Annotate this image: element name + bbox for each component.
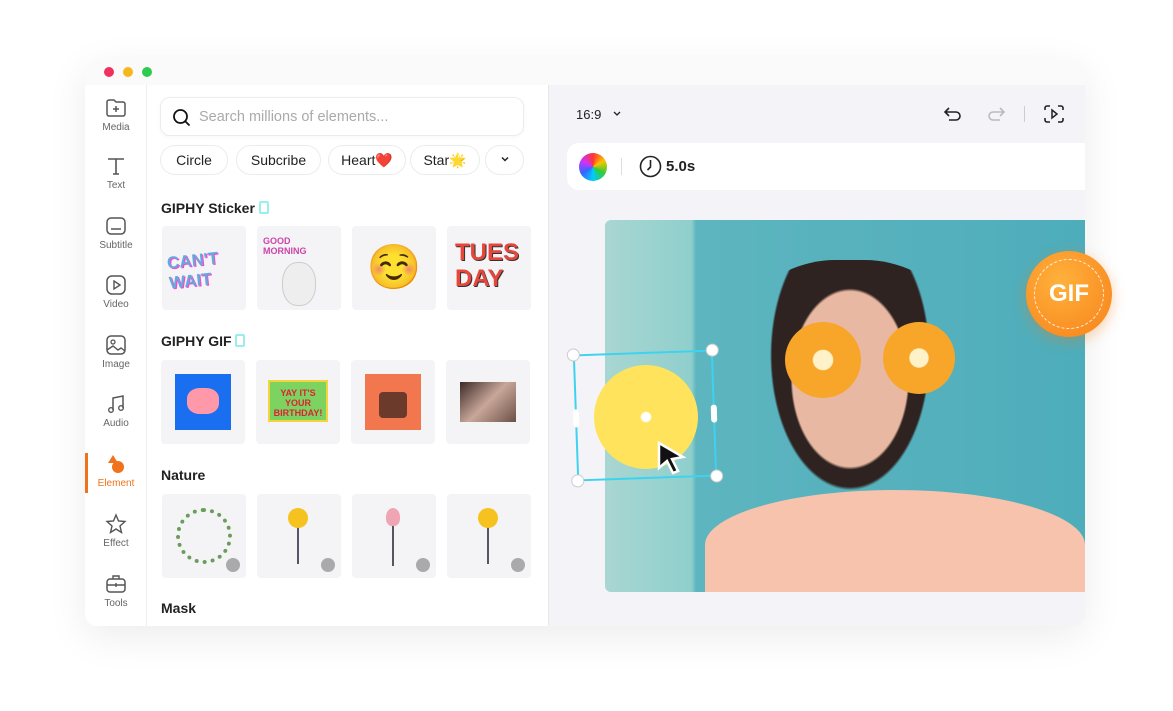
canvas-area: 16:9 5.0s (549, 85, 1085, 626)
sidebar-item-label: Subtitle (99, 240, 133, 251)
sticker-tile[interactable]: GOOD MORNING (257, 226, 341, 310)
sparkle-icon (105, 513, 127, 535)
nature-tile[interactable] (447, 494, 531, 578)
resize-handle[interactable] (710, 404, 718, 423)
gif-tile[interactable] (446, 360, 530, 444)
sidebar: Media Text Subtitle Video Image Audio El… (85, 85, 147, 626)
chevron-down-icon (613, 111, 621, 116)
section-title-mask: Mask (161, 600, 197, 616)
app-window: Media Text Subtitle Video Image Audio El… (85, 60, 1085, 626)
video-play-icon (106, 275, 126, 295)
chevron-down-icon (500, 156, 509, 162)
animated-badge-icon (511, 558, 525, 572)
gif-tile[interactable] (161, 360, 245, 444)
close-window-button[interactable] (104, 67, 114, 77)
shapes-icon (108, 455, 124, 473)
divider (1024, 106, 1025, 122)
sidebar-item-label: Media (102, 122, 130, 133)
cursor-arrow-icon (657, 440, 687, 475)
sticker-tile[interactable]: ☺️ (352, 226, 436, 310)
gif-badge: GIF (1026, 251, 1112, 337)
aspect-ratio-dropdown[interactable]: 16:9 (576, 107, 623, 122)
sidebar-item-label: Text (106, 180, 126, 191)
sidebar-item-video[interactable]: Video (85, 268, 147, 324)
selection-box[interactable] (566, 343, 724, 488)
section-title-giphy-sticker: GIPHY Sticker (161, 200, 269, 216)
color-wheel-icon[interactable] (579, 153, 607, 181)
sidebar-item-label: Element (97, 478, 135, 489)
elements-panel: Search millions of elements... Circle Su… (147, 85, 549, 626)
sidebar-item-label: Video (103, 299, 129, 310)
image-icon (106, 335, 126, 355)
gif-tile[interactable]: YAY IT'S YOUR BIRTHDAY! (256, 360, 340, 444)
resize-handle[interactable] (572, 409, 580, 428)
sidebar-item-label: Audio (103, 418, 129, 429)
sidebar-item-media[interactable]: Media (85, 91, 147, 147)
animated-badge-icon (321, 558, 335, 572)
folder-plus-icon (106, 99, 126, 117)
undo-icon[interactable] (943, 105, 963, 123)
section-title-nature: Nature (161, 467, 206, 483)
chip-star[interactable]: Star🌟 (410, 145, 480, 175)
search-placeholder: Search millions of elements... (199, 109, 389, 125)
sidebar-item-label: Effect (103, 538, 129, 549)
sidebar-item-text[interactable]: Text (85, 149, 147, 205)
text-icon (108, 158, 124, 175)
divider (621, 158, 622, 175)
properties-bar: 5.0s (567, 143, 1085, 190)
section-title-giphy-gif: GIPHY GIF (161, 333, 246, 349)
more-chips-button[interactable] (485, 145, 524, 175)
redo-icon[interactable] (986, 105, 1006, 123)
preview-icon[interactable] (1043, 104, 1065, 124)
animated-badge-icon (226, 558, 240, 572)
nature-tile[interactable] (162, 494, 246, 578)
duration-value[interactable]: 5.0s (666, 158, 695, 175)
resize-handle[interactable] (571, 474, 585, 488)
file-icon (258, 201, 269, 214)
title-bar (85, 60, 1085, 85)
resize-handle[interactable] (566, 348, 581, 362)
toolbox-icon (106, 575, 126, 593)
sidebar-item-effect[interactable]: Effect (85, 507, 147, 563)
file-icon (235, 334, 246, 347)
search-input[interactable]: Search millions of elements... (160, 97, 524, 136)
music-note-icon (108, 395, 124, 413)
chip-subscribe[interactable]: Subcribe (236, 145, 321, 175)
search-icon (173, 109, 191, 127)
sidebar-item-label: Tools (104, 598, 128, 609)
gif-tile[interactable] (351, 360, 435, 444)
sticker-tile[interactable]: TUES DAY (447, 226, 531, 310)
sidebar-item-element[interactable]: Element (85, 447, 147, 503)
minimize-window-button[interactable] (123, 67, 133, 77)
sidebar-item-subtitle[interactable]: Subtitle (85, 209, 147, 265)
sidebar-item-audio[interactable]: Audio (85, 387, 147, 443)
clock-icon (639, 155, 662, 178)
sidebar-item-image[interactable]: Image (85, 328, 147, 384)
animated-badge-icon (416, 558, 430, 572)
sidebar-item-tools[interactable]: Tools (85, 567, 147, 623)
chip-circle[interactable]: Circle (160, 145, 228, 175)
subtitle-icon (106, 217, 126, 235)
sticker-tile[interactable]: CAN'T WAIT (162, 226, 246, 310)
sidebar-item-label: Image (102, 359, 130, 370)
nature-tile[interactable] (257, 494, 341, 578)
maximize-window-button[interactable] (142, 67, 152, 77)
nature-tile[interactable] (352, 494, 436, 578)
chip-heart[interactable]: Heart❤️ (328, 145, 406, 175)
